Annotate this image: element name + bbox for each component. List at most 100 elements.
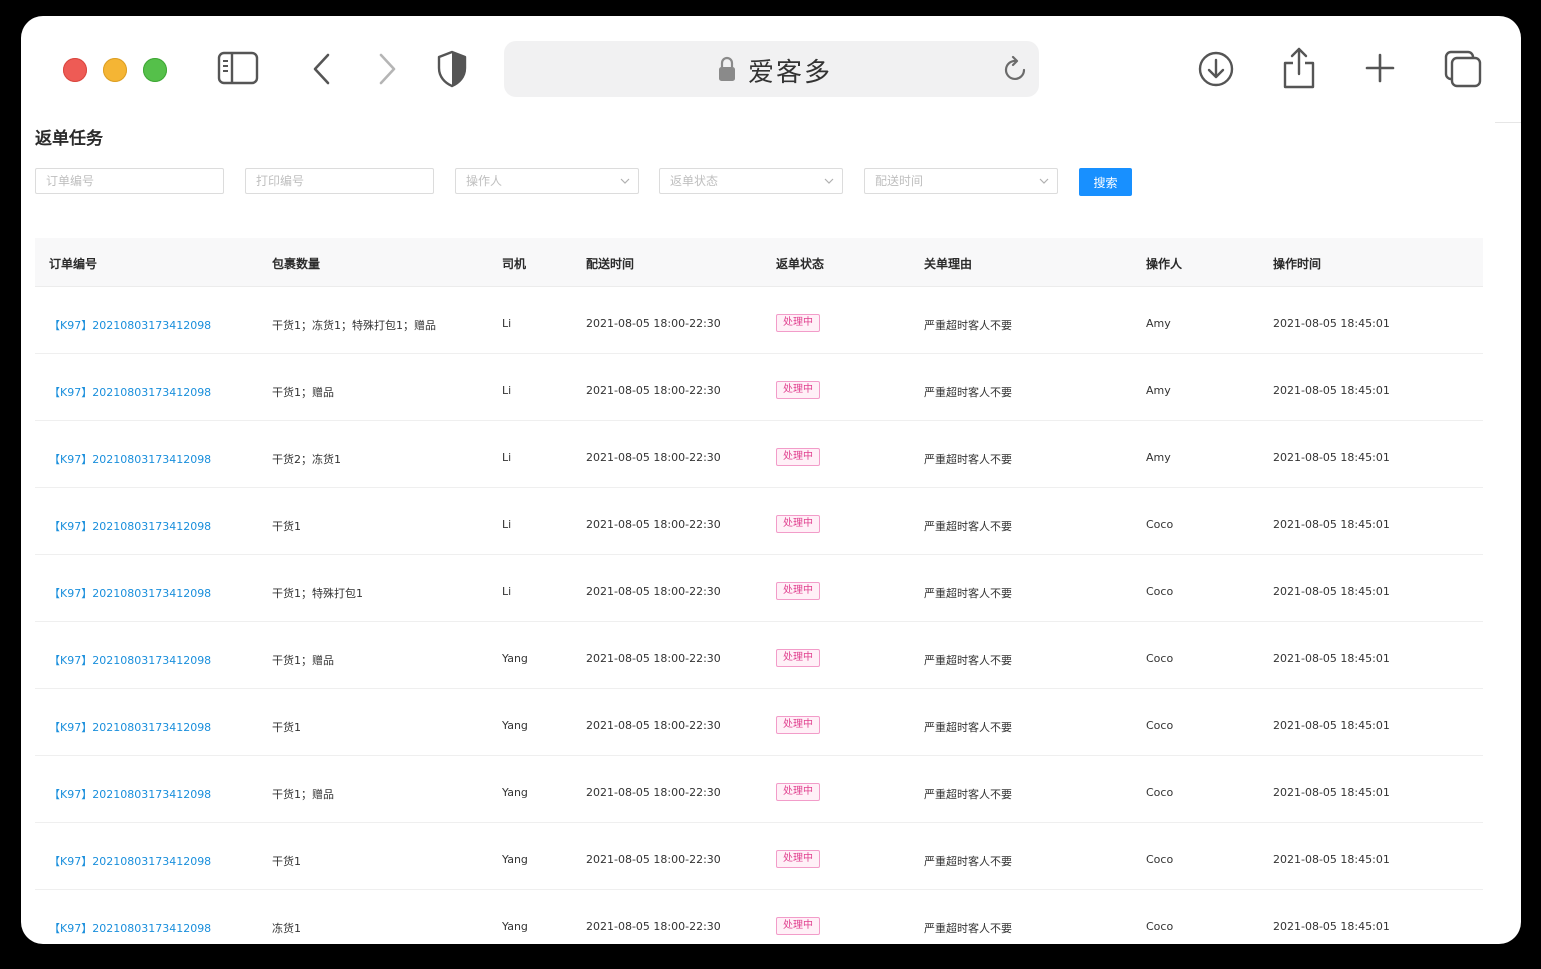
- reload-icon: [1004, 55, 1026, 81]
- operation-time: 2021-08-05 18:45:01: [1273, 585, 1390, 598]
- column-header-op-time: 操作时间: [1273, 257, 1322, 271]
- table-row: 【K97】20210803173412098 干货1；赠品 Yang 2021-08-…: [35, 622, 1483, 689]
- downloads-button[interactable]: [1197, 50, 1235, 88]
- sidebar-toggle-button[interactable]: [217, 51, 259, 85]
- table-row: 【K97】20210803173412098 干货2；冻货1 Li 2021-08-0…: [35, 421, 1483, 488]
- driver-name: Yang: [502, 920, 528, 933]
- package-count: 干货1；赠品: [272, 386, 334, 399]
- operator-name: Coco: [1146, 920, 1174, 933]
- privacy-report-button[interactable]: [436, 50, 468, 88]
- chevron-down-icon: [824, 178, 834, 184]
- operator-name: Coco: [1146, 786, 1174, 799]
- status-badge: 处理中: [776, 716, 820, 734]
- reload-button[interactable]: [1003, 55, 1029, 87]
- operation-time: 2021-08-05 18:45:01: [1273, 719, 1390, 732]
- delivery-time: 2021-08-05 18:00-22:30: [586, 652, 721, 665]
- table-row: 【K97】20210803173412098 干货1 Li 2021-08-05 18…: [35, 488, 1483, 555]
- close-reason: 严重超时客人不要: [924, 453, 1012, 466]
- tabs-overview-button[interactable]: [1443, 49, 1483, 89]
- minimize-window-button[interactable]: [103, 58, 127, 82]
- order-no-link[interactable]: 【K97】20210803173412098: [49, 853, 211, 869]
- package-count: 干货1；赠品: [272, 654, 334, 667]
- order-no-link[interactable]: 【K97】20210803173412098: [49, 451, 211, 467]
- delivery-time-select[interactable]: 配送时间: [864, 168, 1058, 194]
- operator-name: Coco: [1146, 585, 1174, 598]
- table-row: 【K97】20210803173412098 干货1 Yang 2021-08-05 …: [35, 823, 1483, 890]
- close-reason: 严重超时客人不要: [924, 520, 1012, 533]
- order-no-link[interactable]: 【K97】20210803173412098: [49, 786, 211, 802]
- operation-time: 2021-08-05 18:45:01: [1273, 451, 1390, 464]
- package-count: 干货1；冻货1；特殊打包1；赠品: [272, 319, 436, 332]
- table-row: 【K97】20210803173412098 冻货1 Yang 2021-08-05 …: [35, 890, 1483, 944]
- operator-name: Coco: [1146, 518, 1174, 531]
- delivery-time: 2021-08-05 18:00-22:30: [586, 317, 721, 330]
- status-badge: 处理中: [776, 582, 820, 600]
- order-no-link[interactable]: 【K97】20210803173412098: [49, 585, 211, 601]
- order-no-link[interactable]: 【K97】20210803173412098: [49, 317, 211, 333]
- operator-name: Coco: [1146, 719, 1174, 732]
- close-reason: 严重超时客人不要: [924, 855, 1012, 868]
- operator-select[interactable]: 操作人: [455, 168, 639, 194]
- order-no-link[interactable]: 【K97】20210803173412098: [49, 920, 211, 936]
- close-window-button[interactable]: [63, 58, 87, 82]
- package-count: 干货1: [272, 520, 301, 533]
- close-reason: 严重超时客人不要: [924, 654, 1012, 667]
- tabs-overview-icon: [1444, 50, 1482, 88]
- package-count: 冻货1: [272, 922, 301, 935]
- operator-name: Coco: [1146, 853, 1174, 866]
- operation-time: 2021-08-05 18:45:01: [1273, 518, 1390, 531]
- operation-time: 2021-08-05 18:45:01: [1273, 384, 1390, 397]
- address-title: 爱客多: [748, 58, 833, 88]
- new-tab-icon: [1365, 53, 1395, 83]
- table-header: 订单编号 包裹数量 司机 配送时间 返单状态 关单理由 操作人 操作时间: [35, 238, 1483, 287]
- order-no-link[interactable]: 【K97】20210803173412098: [49, 652, 211, 668]
- table-row: 【K97】20210803173412098 干货1 Yang 2021-08-05 …: [35, 689, 1483, 756]
- lock-icon: [719, 56, 735, 81]
- search-button[interactable]: 搜索: [1079, 168, 1132, 196]
- operation-time: 2021-08-05 18:45:01: [1273, 853, 1390, 866]
- close-reason: 严重超时客人不要: [924, 788, 1012, 801]
- driver-name: Li: [502, 585, 512, 598]
- forward-button[interactable]: [376, 52, 398, 86]
- order-no-link[interactable]: 【K97】20210803173412098: [49, 518, 211, 534]
- shield-icon: [437, 50, 467, 88]
- driver-name: Li: [502, 384, 512, 397]
- share-button[interactable]: [1281, 46, 1317, 90]
- status-badge: 处理中: [776, 850, 820, 868]
- order-no-link[interactable]: 【K97】20210803173412098: [49, 384, 211, 400]
- column-header-driver: 司机: [502, 257, 527, 271]
- operator-name: Amy: [1146, 451, 1171, 464]
- new-tab-button[interactable]: [1364, 52, 1396, 84]
- status-badge: 处理中: [776, 649, 820, 667]
- share-icon: [1283, 47, 1315, 89]
- column-header-order-no: 订单编号: [49, 257, 98, 271]
- package-count: 干货1；特殊打包1: [272, 587, 363, 600]
- column-header-delivery-time: 配送时间: [586, 257, 635, 271]
- status-badge: 处理中: [776, 917, 820, 935]
- table-row: 【K97】20210803173412098 干货1；冻货1；特殊打包1；赠品 Li…: [35, 287, 1483, 354]
- delivery-time: 2021-08-05 18:00-22:30: [586, 518, 721, 531]
- status-select[interactable]: 返单状态: [659, 168, 843, 194]
- order-no-input[interactable]: [35, 168, 224, 194]
- operator-select-placeholder: 操作人: [466, 174, 503, 188]
- driver-name: Yang: [502, 719, 528, 732]
- operation-time: 2021-08-05 18:45:01: [1273, 920, 1390, 933]
- order-no-link[interactable]: 【K97】20210803173412098: [49, 719, 211, 735]
- status-badge: 处理中: [776, 515, 820, 533]
- driver-name: Li: [502, 317, 512, 330]
- divider: [1495, 122, 1521, 123]
- back-button[interactable]: [311, 52, 333, 86]
- close-reason: 严重超时客人不要: [924, 386, 1012, 399]
- print-no-input[interactable]: [245, 168, 434, 194]
- delivery-time: 2021-08-05 18:00-22:30: [586, 451, 721, 464]
- table-body: 【K97】20210803173412098 干货1；冻货1；特殊打包1；赠品 Li…: [35, 287, 1483, 944]
- delivery-time: 2021-08-05 18:00-22:30: [586, 585, 721, 598]
- browser-window: 爱客多 返单任务 订单编号 打印编号 操作人 返单状态 配送时间 搜索 订单编号…: [21, 16, 1521, 944]
- close-reason: 严重超时客人不要: [924, 922, 1012, 935]
- close-reason: 严重超时客人不要: [924, 319, 1012, 332]
- address-bar[interactable]: 爱客多: [504, 41, 1039, 97]
- delivery-time: 2021-08-05 18:00-22:30: [586, 786, 721, 799]
- status-badge: 处理中: [776, 381, 820, 399]
- delivery-time: 2021-08-05 18:00-22:30: [586, 920, 721, 933]
- zoom-window-button[interactable]: [143, 58, 167, 82]
